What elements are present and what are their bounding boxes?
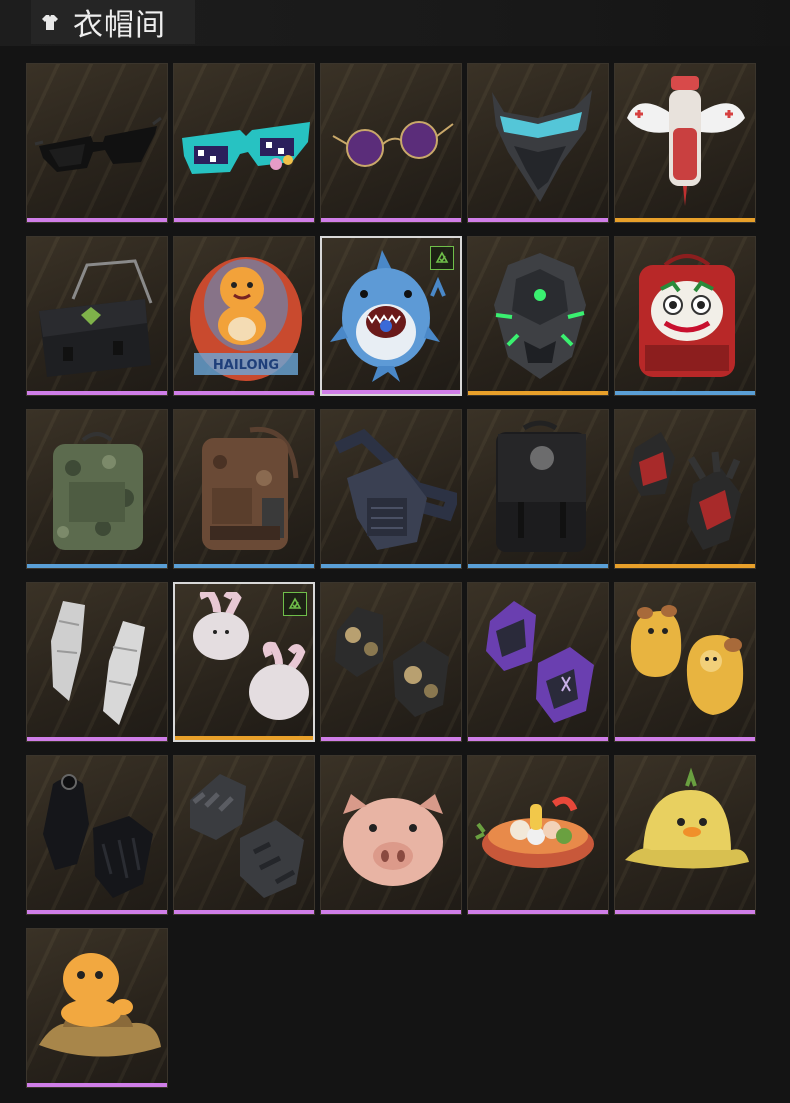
rarity-bar-purple [615, 737, 755, 741]
item-black-leather-backpack[interactable] [467, 409, 609, 569]
item-round-purple-glasses[interactable] [320, 63, 462, 223]
item-duck-bucket-hat[interactable] [614, 755, 756, 915]
gray-knuckle-gloves-icon [190, 774, 304, 898]
black-leather-gloves-icon [43, 774, 153, 898]
svg-text:HAILONG: HAILONG [213, 358, 279, 373]
rarity-bar-purple [174, 910, 314, 914]
item-black-messenger-bag[interactable] [26, 236, 168, 396]
lion-dance-backpack-icon [639, 254, 735, 377]
item-brown-tactical-backpack[interactable] [173, 409, 315, 569]
rarity-bar-purple [27, 391, 167, 395]
item-gray-knuckle-gloves[interactable] [173, 755, 315, 915]
item-bunny-plush-gloves[interactable] [173, 582, 315, 742]
red-tactical-gloves-icon [629, 432, 741, 550]
item-navy-sling-bag[interactable] [320, 409, 462, 569]
item-silver-sequin-gloves[interactable] [26, 582, 168, 742]
food-bowl-hat-icon [475, 796, 594, 868]
rarity-bar-orange [175, 736, 313, 740]
cyber-visor-mask-icon [492, 90, 592, 202]
gold-camo-gloves-icon [335, 607, 449, 717]
rarity-bar-blue [321, 564, 461, 568]
rarity-bar-purple [321, 737, 461, 741]
pixel-sunglasses-icon [182, 122, 310, 174]
rarity-bar-purple [615, 910, 755, 914]
pig-mask-icon [343, 794, 443, 886]
rarity-bar-blue [468, 564, 608, 568]
item-dinosaur-capsule-backpack[interactable]: HAILONG [173, 236, 315, 396]
item-black-sunglasses[interactable] [26, 63, 168, 223]
black-leather-backpack-icon [496, 420, 586, 552]
equipped-badge-icon [283, 592, 307, 616]
rarity-bar-purple [27, 1083, 167, 1087]
rarity-bar-orange [615, 218, 755, 222]
item-food-bowl-hat[interactable] [467, 755, 609, 915]
rarity-bar-purple [27, 910, 167, 914]
item-purple-gloves[interactable] [467, 582, 609, 742]
rarity-bar-purple [174, 218, 314, 222]
item-pig-mask[interactable] [320, 755, 462, 915]
equipped-badge-icon [430, 246, 454, 270]
purple-gloves-icon [486, 601, 594, 723]
rarity-bar-purple [174, 391, 314, 395]
duck-bucket-hat-icon [625, 767, 749, 869]
rarity-bar-purple [321, 218, 461, 222]
item-pixel-sunglasses[interactable] [173, 63, 315, 223]
item-black-leather-gloves[interactable] [26, 755, 168, 915]
cyber-armor-pack-icon [494, 253, 586, 379]
rarity-bar-purple [468, 737, 608, 741]
black-sunglasses-icon [34, 116, 162, 172]
item-shark-backpack[interactable] [320, 236, 462, 396]
nurse-syringe-pack-icon [627, 76, 745, 206]
rarity-bar-blue [174, 564, 314, 568]
rarity-bar-purple [27, 218, 167, 222]
page-title: 衣帽间 [73, 8, 166, 43]
wardrobe-title: 衣帽间 [31, 0, 195, 44]
wardrobe-icon [39, 11, 61, 33]
item-grid: HAILONG [26, 63, 756, 1088]
navy-sling-bag-icon [334, 428, 457, 550]
black-messenger-bag-icon [39, 259, 153, 377]
rarity-bar-purple [322, 390, 460, 394]
round-purple-glasses-icon [332, 121, 454, 167]
rarity-bar-blue [27, 564, 167, 568]
yellow-dog-mittens-icon [630, 605, 744, 715]
camo-backpack-icon [53, 432, 143, 550]
dinosaur-bucket-hat-icon [39, 953, 161, 1057]
rarity-bar-purple [468, 218, 608, 222]
item-cyber-armor-pack[interactable] [467, 236, 609, 396]
item-nurse-syringe-pack[interactable] [614, 63, 756, 223]
rarity-bar-purple [321, 910, 461, 914]
brown-tactical-backpack-icon [202, 426, 299, 550]
item-red-tactical-gloves[interactable] [614, 409, 756, 569]
rarity-bar-purple [27, 737, 167, 741]
rarity-bar-blue [615, 391, 755, 395]
dinosaur-capsule-backpack-icon: HAILONG [190, 257, 302, 381]
item-lion-dance-backpack[interactable] [614, 236, 756, 396]
rarity-bar-orange [615, 564, 755, 568]
item-dinosaur-bucket-hat[interactable] [26, 928, 168, 1088]
silver-sequin-gloves-icon [51, 601, 145, 725]
item-yellow-dog-mittens[interactable] [614, 582, 756, 742]
item-cyber-visor-mask[interactable] [467, 63, 609, 223]
item-camo-backpack[interactable] [26, 409, 168, 569]
rarity-bar-orange [468, 391, 608, 395]
header-bar: 衣帽间 [0, 0, 790, 46]
rarity-bar-purple [468, 910, 608, 914]
item-gold-camo-gloves[interactable] [320, 582, 462, 742]
